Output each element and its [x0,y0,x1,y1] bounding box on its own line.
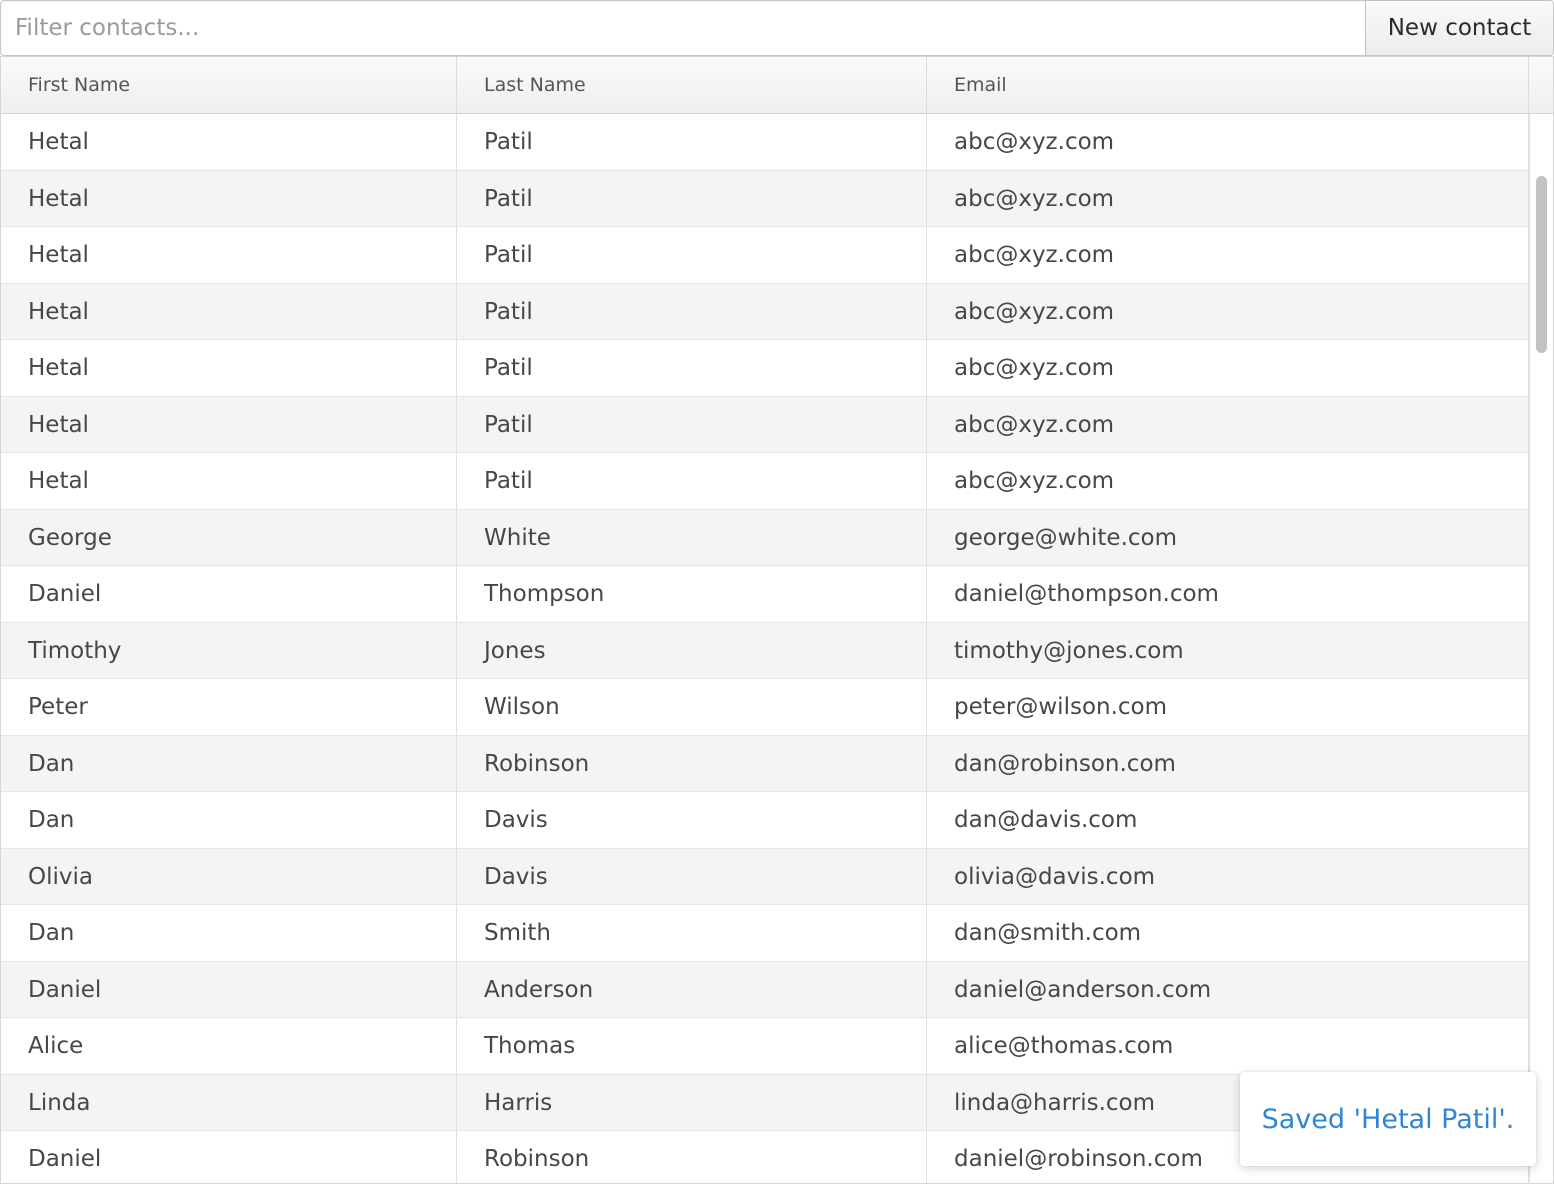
table-row[interactable]: Daniel Anderson daniel@anderson.com [1,961,1529,1018]
last-name-cell: Patil [457,227,927,283]
first-name-cell: Daniel [1,1131,457,1183]
first-name-cell: Alice [1,1018,457,1074]
last-name-cell: Jones [457,622,927,678]
scrollbar-thumb[interactable] [1536,176,1547,353]
last-name-cell: Patil [457,283,927,339]
table-row[interactable]: Dan Robinson dan@robinson.com [1,735,1529,792]
contacts-grid: First Name Last Name Email Hetal Patil abc… [0,56,1554,1184]
first-name-cell: Dan [1,905,457,961]
email-cell: dan@davis.com [927,792,1529,848]
last-name-cell: Thomas [457,1018,927,1074]
last-name-cell: Patil [457,170,927,226]
table-row[interactable]: Hetal Patil abc@xyz.com [1,453,1529,510]
header-scroll-spacer [1529,57,1553,113]
grid-body: Hetal Patil abc@xyz.com Hetal Patil abc@xyz.c… [1,114,1529,1183]
last-name-cell: Patil [457,453,927,509]
first-name-cell: Hetal [1,283,457,339]
email-cell: timothy@jones.com [927,622,1529,678]
first-name-cell: Hetal [1,227,457,283]
table-row[interactable]: Hetal Patil abc@xyz.com [1,396,1529,453]
last-name-cell: Wilson [457,679,927,735]
email-cell: daniel@thompson.com [927,566,1529,622]
first-name-cell: Olivia [1,848,457,904]
last-name-cell: Patil [457,340,927,396]
first-name-cell: Peter [1,679,457,735]
table-row[interactable]: Peter Wilson peter@wilson.com [1,679,1529,736]
table-row[interactable]: Hetal Patil abc@xyz.com [1,170,1529,227]
table-row[interactable]: Alice Thomas alice@thomas.com [1,1018,1529,1075]
table-row[interactable]: George White george@white.com [1,509,1529,566]
last-name-cell: Patil [457,396,927,452]
first-name-cell: George [1,509,457,565]
grid-header: First Name Last Name Email [1,57,1553,114]
new-contact-button[interactable]: New contact [1365,0,1554,56]
first-name-cell: Timothy [1,622,457,678]
first-name-cell: Dan [1,792,457,848]
table-row[interactable]: Hetal Patil abc@xyz.com [1,340,1529,397]
email-cell: peter@wilson.com [927,679,1529,735]
email-cell: dan@smith.com [927,905,1529,961]
email-cell: alice@thomas.com [927,1018,1529,1074]
email-cell: abc@xyz.com [927,340,1529,396]
first-name-cell: Hetal [1,396,457,452]
table-row[interactable]: Dan Smith dan@smith.com [1,905,1529,962]
last-name-cell: Patil [457,114,927,170]
table-row[interactable]: Daniel Thompson daniel@thompson.com [1,566,1529,623]
table-row[interactable]: Dan Davis dan@davis.com [1,792,1529,849]
email-cell: daniel@anderson.com [927,961,1529,1017]
email-cell: olivia@davis.com [927,848,1529,904]
table-row[interactable]: Olivia Davis olivia@davis.com [1,848,1529,905]
last-name-cell: Thompson [457,566,927,622]
column-header-first-name[interactable]: First Name [1,57,457,113]
first-name-cell: Daniel [1,566,457,622]
email-cell: abc@xyz.com [927,170,1529,226]
last-name-cell: Smith [457,905,927,961]
first-name-cell: Daniel [1,961,457,1017]
table-row[interactable]: Hetal Patil abc@xyz.com [1,227,1529,284]
last-name-cell: Davis [457,848,927,904]
email-cell: george@white.com [927,509,1529,565]
save-notification: Saved 'Hetal Patil'. [1240,1072,1536,1166]
last-name-cell: Harris [457,1074,927,1130]
first-name-cell: Hetal [1,114,457,170]
first-name-cell: Hetal [1,170,457,226]
email-cell: abc@xyz.com [927,396,1529,452]
filter-contacts-input[interactable] [0,0,1366,56]
table-row[interactable]: Hetal Patil abc@xyz.com [1,283,1529,340]
column-header-email[interactable]: Email [927,57,1529,113]
last-name-cell: Anderson [457,961,927,1017]
first-name-cell: Hetal [1,453,457,509]
last-name-cell: Robinson [457,735,927,791]
vertical-scrollbar[interactable] [1529,114,1553,1183]
email-cell: abc@xyz.com [927,283,1529,339]
email-cell: abc@xyz.com [927,453,1529,509]
last-name-cell: Robinson [457,1131,927,1183]
toolbar: New contact [0,0,1554,56]
first-name-cell: Linda [1,1074,457,1130]
email-cell: dan@robinson.com [927,735,1529,791]
column-header-last-name[interactable]: Last Name [457,57,927,113]
notification-message: Saved 'Hetal Patil'. [1261,1103,1515,1135]
table-row[interactable]: Timothy Jones timothy@jones.com [1,622,1529,679]
last-name-cell: White [457,509,927,565]
last-name-cell: Davis [457,792,927,848]
table-row[interactable]: Hetal Patil abc@xyz.com [1,114,1529,171]
email-cell: abc@xyz.com [927,227,1529,283]
first-name-cell: Hetal [1,340,457,396]
first-name-cell: Dan [1,735,457,791]
email-cell: abc@xyz.com [927,114,1529,170]
